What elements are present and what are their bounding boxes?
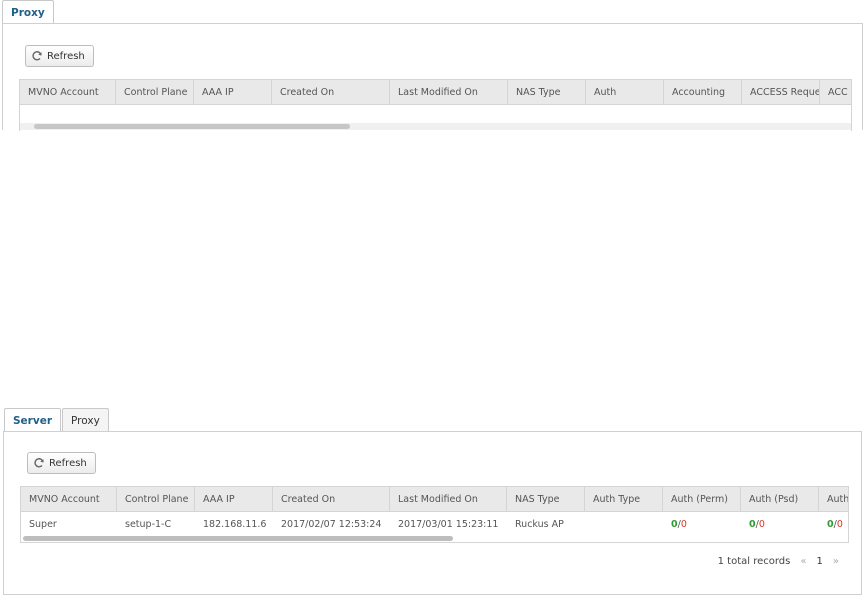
column-header-acc[interactable]: ACC	[820, 80, 851, 104]
column-header-control-plane[interactable]: Control Plane	[116, 80, 194, 104]
bottom-scrollbar-thumb[interactable]	[23, 536, 453, 541]
cell-auth-psd: 0/0	[741, 512, 819, 536]
column-header-created-on[interactable]: Created On	[272, 80, 390, 104]
bottom-grid-header: MVNO Account Control Plane AAA IP Create…	[21, 487, 848, 512]
auth-fail-count: 0	[836, 518, 843, 530]
column-header-auth-psd[interactable]: Auth (Psd)	[741, 487, 819, 511]
column-header-auth-perm[interactable]: Auth (Perm)	[663, 487, 741, 511]
column-header-aaa-ip[interactable]: AAA IP	[194, 80, 272, 104]
page-number-1[interactable]: 1	[817, 556, 823, 567]
bottom-grid: MVNO Account Control Plane AAA IP Create…	[20, 486, 849, 543]
pagination: 1 total records « 1 »	[718, 556, 839, 567]
column-header-auth-type[interactable]: Auth Type	[585, 487, 663, 511]
tab-proxy[interactable]: Proxy	[62, 408, 109, 432]
cell-auth-type	[585, 512, 663, 536]
auth-success-count: 0	[827, 518, 834, 530]
auth-perm-fail-count: 0	[680, 518, 687, 530]
bottom-panel: Server Proxy Refresh MVNO Account Contro…	[0, 406, 865, 599]
refresh-label: Refresh	[47, 50, 85, 62]
cell-mvno-account: Super	[29, 518, 57, 530]
auth-psd-success-count: 0	[749, 518, 756, 530]
previous-page-icon[interactable]: «	[800, 556, 806, 567]
top-horizontal-scrollbar[interactable]	[20, 123, 851, 130]
refresh-icon	[32, 51, 42, 61]
refresh-label: Refresh	[49, 457, 87, 469]
top-grid-header: MVNO Account Control Plane AAA IP Create…	[20, 80, 851, 105]
cell-created-on: 2017/02/07 12:53:24	[281, 518, 382, 530]
cell-auth: 0/0	[819, 512, 848, 536]
bottom-tab-bar: Server Proxy	[4, 408, 110, 433]
column-header-created-on[interactable]: Created On	[273, 487, 390, 511]
cell-aaa-ip: 182.168.11.6	[203, 518, 267, 530]
column-header-accounting[interactable]: Accounting	[664, 80, 742, 104]
column-header-nas-type[interactable]: NAS Type	[507, 487, 585, 511]
column-header-mvno-account[interactable]: MVNO Account	[20, 80, 116, 104]
column-header-last-modified-on[interactable]: Last Modified On	[390, 80, 508, 104]
cell-control-plane: setup-1-C	[125, 518, 172, 530]
column-header-last-modified-on[interactable]: Last Modified On	[390, 487, 507, 511]
top-content: Refresh MVNO Account Control Plane AAA I…	[2, 23, 863, 131]
refresh-button[interactable]: Refresh	[27, 452, 96, 474]
auth-psd-fail-count: 0	[758, 518, 765, 530]
column-header-auth[interactable]: Auth	[586, 80, 664, 104]
column-header-access-request[interactable]: ACCESS Request	[742, 80, 820, 104]
auth-perm-success-count: 0	[671, 518, 678, 530]
cell-auth-perm: 0/0	[663, 512, 741, 536]
bottom-horizontal-scrollbar[interactable]	[21, 535, 848, 542]
column-header-auth[interactable]: Auth	[819, 487, 848, 511]
column-header-mvno-account[interactable]: MVNO Account	[21, 487, 117, 511]
table-row[interactable]: Super setup-1-C 182.168.11.6 2017/02/07 …	[21, 512, 848, 536]
next-page-icon[interactable]: »	[833, 556, 839, 567]
tab-server[interactable]: Server	[4, 408, 62, 433]
refresh-button[interactable]: Refresh	[25, 45, 94, 67]
tab-proxy[interactable]: Proxy	[2, 0, 54, 25]
bottom-content: Refresh MVNO Account Control Plane AAA I…	[3, 431, 862, 595]
cell-nas-type: Ruckus AP	[515, 518, 564, 530]
cell-last-modified-on: 2017/03/01 15:23:11	[398, 518, 499, 530]
top-grid: MVNO Account Control Plane AAA IP Create…	[19, 79, 852, 131]
column-header-aaa-ip[interactable]: AAA IP	[195, 487, 273, 511]
total-records-label: 1 total records	[717, 556, 791, 567]
top-panel: Proxy Refresh MVNO Account Control Plane…	[0, 0, 865, 131]
column-header-nas-type[interactable]: NAS Type	[508, 80, 586, 104]
top-scrollbar-thumb[interactable]	[34, 124, 350, 129]
top-tab-bar: Proxy	[2, 0, 55, 25]
column-header-control-plane[interactable]: Control Plane	[117, 487, 195, 511]
refresh-icon	[34, 458, 44, 468]
